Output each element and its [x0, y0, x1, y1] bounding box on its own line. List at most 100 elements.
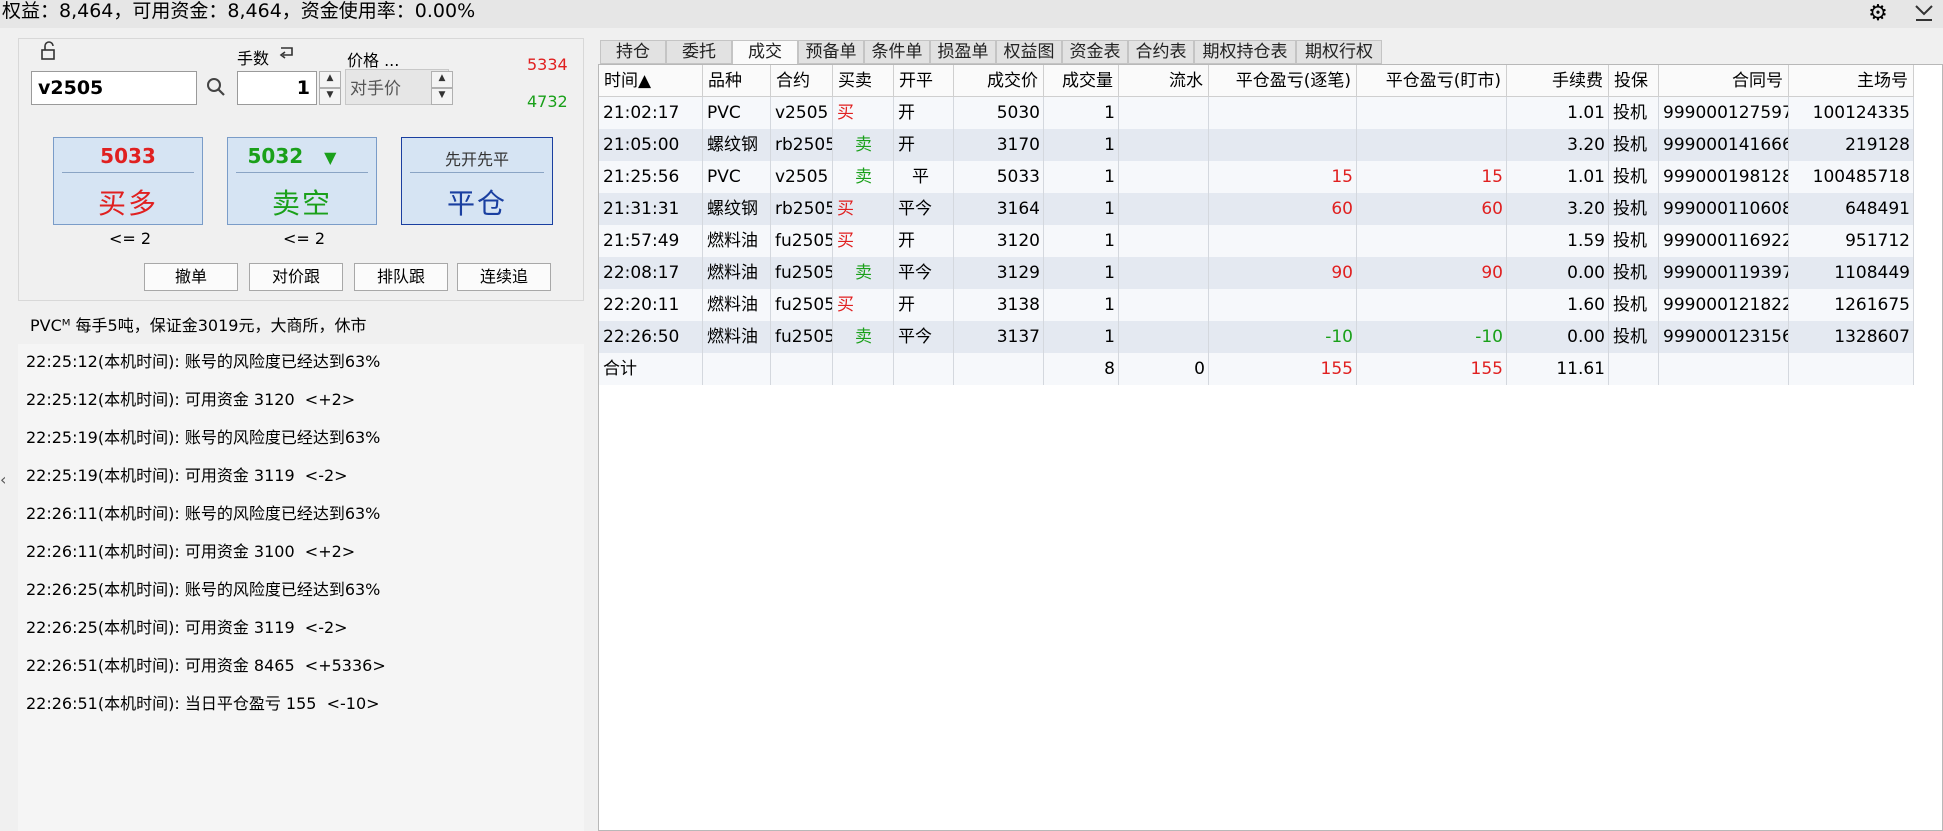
cell-price: 3120 — [996, 231, 1040, 251]
cell-side: 卖 — [855, 135, 872, 155]
grid-line — [770, 97, 771, 385]
close-position-button[interactable]: 先开先平 平仓 — [401, 137, 553, 225]
cell-exchange-no: 1261675 — [1834, 295, 1910, 315]
total-pnl-mtm: 155 — [1470, 359, 1503, 379]
total-fee: 11.61 — [1556, 359, 1605, 379]
tab-trades[interactable]: 成交 — [732, 40, 798, 64]
table-row[interactable]: 21:05:00 螺纹钢 rb2505 卖 开 3170 1 3.20 投机 9990001416… — [599, 129, 1914, 161]
log-line: 22:25:19(本机时间): 可用资金 3119 <-2> — [26, 466, 348, 485]
cell-hedge: 投机 — [1613, 295, 1647, 315]
column-header-pnl-trade[interactable]: 平仓盈亏(逐笔) — [1209, 65, 1357, 97]
collapse-icon[interactable] — [1911, 2, 1937, 26]
grid-line — [1658, 97, 1659, 385]
column-header-variety[interactable]: 品种 — [703, 65, 771, 97]
cell-exchange-no: 100485718 — [1812, 167, 1910, 187]
cell-volume: 1 — [1104, 295, 1115, 315]
cell-time: 22:20:11 — [603, 295, 680, 315]
table-row[interactable]: 21:02:17 PVC v2505 买 开 5030 1 1.01 投机 99900012759… — [599, 97, 1914, 129]
cell-hedge: 投机 — [1613, 167, 1647, 187]
cell-side: 买 — [837, 295, 854, 315]
column-header-hedge[interactable]: 投保 — [1609, 65, 1659, 97]
price-up-button[interactable]: ▲ — [431, 71, 453, 88]
column-header-side[interactable]: 买卖 — [833, 65, 894, 97]
cell-pnl-trade — [1209, 129, 1357, 161]
cell-price: 5033 — [996, 167, 1040, 187]
buy-action-label: 买多 — [97, 187, 158, 220]
table-row[interactable]: 21:57:49 燃料油 fu2505 买 开 3120 1 1.59 投机 9990001169… — [599, 225, 1914, 257]
cell-hedge: 投机 — [1613, 231, 1647, 251]
cell-offset: 平今 — [898, 263, 932, 283]
cell-pnl-trade: 90 — [1331, 263, 1353, 283]
log-line: 22:26:25(本机时间): 账号的风险度已经达到63% — [26, 580, 381, 599]
unlock-icon[interactable] — [39, 41, 59, 61]
tab-equity-chart[interactable]: 权益图 — [996, 40, 1062, 64]
queue-follow-button[interactable]: 排队跟 — [354, 263, 448, 291]
lots-input[interactable]: 1 — [237, 71, 317, 105]
contract-input-value: v2505 — [38, 77, 104, 99]
tab-orders[interactable]: 委托 — [666, 40, 732, 64]
table-row[interactable]: 22:08:17 燃料油 fu2505 卖 平今 3129 1 90 90 0.00 投机 99900… — [599, 257, 1914, 289]
cell-order-no: 9990001193973 — [1663, 263, 1789, 283]
column-header-time[interactable]: 时间▲ — [599, 65, 703, 97]
cell-time: 21:05:00 — [603, 135, 680, 155]
order-panel: v2505 手数 1 ▲ ▼ 价格 ... 对手价 ▲ ▼ 5334 4732 … — [18, 38, 584, 301]
continuous-chase-button[interactable]: 连续追 — [457, 263, 551, 291]
table-row[interactable]: 21:25:56 PVC v2505 卖 平 5033 1 15 15 1.01 投机 9990001… — [599, 161, 1914, 193]
grid-line — [1608, 97, 1609, 385]
tab-contracts[interactable]: 合约表 — [1128, 40, 1194, 64]
cell-order-no: 999000141666 — [1663, 135, 1789, 155]
grid-line — [1356, 97, 1357, 385]
cell-flow — [1119, 225, 1209, 257]
account-summary: 权益：8,464，可用资金：8,464，资金使用率：0.00% — [2, 0, 476, 22]
grid-line — [702, 97, 703, 385]
column-header-order-no[interactable]: 合同号 — [1659, 65, 1789, 97]
search-icon[interactable] — [204, 75, 230, 101]
cell-variety: 燃料油 — [707, 327, 758, 347]
cell-hedge: 投机 — [1613, 103, 1647, 123]
tab-positions[interactable]: 持仓 — [600, 40, 666, 64]
opponent-follow-button[interactable]: 对价跟 — [249, 263, 343, 291]
column-header-fee[interactable]: 手续费 — [1507, 65, 1609, 97]
cell-contract: rb2505 — [775, 135, 833, 155]
cell-flow — [1119, 289, 1209, 321]
table-row[interactable]: 22:20:11 燃料油 fu2505 买 开 3138 1 1.60 投机 9990001218… — [599, 289, 1914, 321]
tab-prepared[interactable]: 预备单 — [798, 40, 864, 64]
column-header-pnl-mtm[interactable]: 平仓盈亏(盯市) — [1357, 65, 1507, 97]
lots-up-button[interactable]: ▲ — [319, 71, 341, 88]
cell-fee: 1.59 — [1567, 231, 1605, 251]
column-header-volume[interactable]: 成交量 — [1044, 65, 1119, 97]
buy-price: 5033 — [100, 144, 156, 168]
tab-funds[interactable]: 资金表 — [1062, 40, 1128, 64]
cancel-order-button[interactable]: 撤单 — [144, 263, 238, 291]
contract-input[interactable]: v2505 — [31, 71, 197, 105]
price-down-button[interactable]: ▼ — [431, 88, 453, 105]
tab-stop-loss[interactable]: 损盈单 — [930, 40, 996, 64]
cell-volume: 1 — [1104, 327, 1115, 347]
return-icon[interactable] — [277, 45, 299, 63]
tab-conditional[interactable]: 条件单 — [864, 40, 930, 64]
column-header-flow[interactable]: 流水 — [1119, 65, 1209, 97]
cell-pnl-trade — [1209, 289, 1357, 321]
column-header-offset[interactable]: 开平 — [894, 65, 954, 97]
sell-short-button[interactable]: 5032 ▼ 卖空 — [227, 137, 377, 225]
gear-icon[interactable]: ⚙ — [1865, 2, 1891, 26]
tab-option-positions[interactable]: 期权持仓表 — [1194, 40, 1296, 64]
cell-flow — [1119, 321, 1209, 353]
sell-limit: <= 2 — [283, 229, 326, 248]
cell-order-no: 9990001169220 — [1663, 231, 1789, 251]
cell-flow — [1119, 193, 1209, 225]
tab-option-exercise[interactable]: 期权行权 — [1296, 40, 1382, 64]
cell-time: 21:31:31 — [603, 199, 680, 219]
collapse-left-icon[interactable]: ‹ — [0, 470, 6, 489]
column-header-price[interactable]: 成交价 — [954, 65, 1044, 97]
cell-offset: 平今 — [898, 199, 932, 219]
cell-volume: 1 — [1104, 199, 1115, 219]
column-header-exchange-no[interactable]: 主场号 — [1789, 65, 1914, 97]
cell-pnl-mtm — [1357, 97, 1507, 129]
buy-long-button[interactable]: 5033 买多 — [53, 137, 203, 225]
column-header-contract[interactable]: 合约 — [771, 65, 833, 97]
table-row[interactable]: 22:26:50 燃料油 fu2505 卖 平今 3137 1 -10 -10 0.00 投机 999… — [599, 321, 1914, 353]
lots-down-button[interactable]: ▼ — [319, 88, 341, 105]
cell-side: 买 — [837, 231, 854, 251]
table-row[interactable]: 21:31:31 螺纹钢 rb2505 买 平今 3164 1 60 60 3.20 投机 99900… — [599, 193, 1914, 225]
